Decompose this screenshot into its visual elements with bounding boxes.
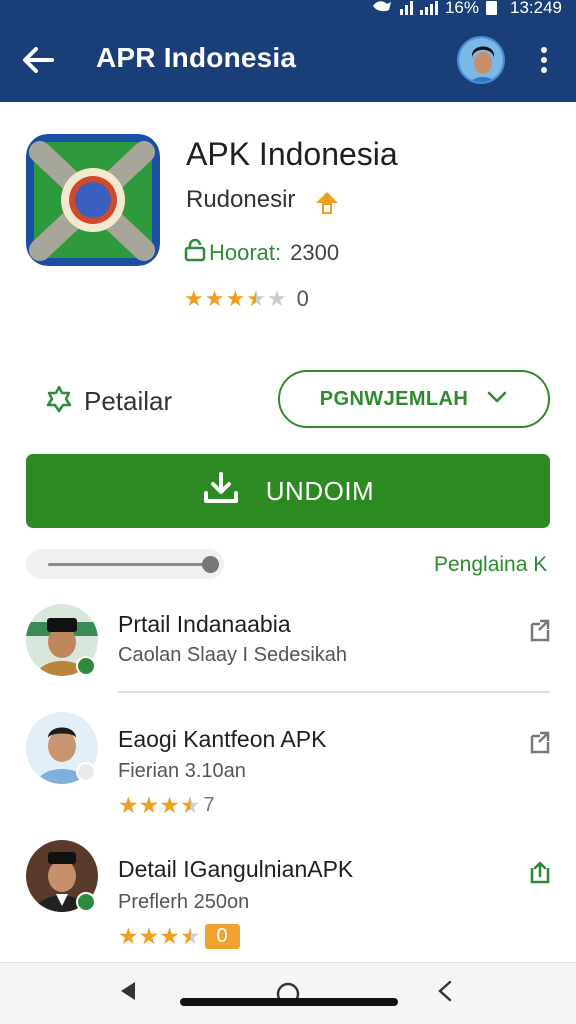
list-item-subtitle: Fierian 3.10an	[118, 760, 246, 782]
detail-label: Petailar	[84, 386, 173, 416]
rating-count: 0	[296, 286, 309, 311]
star-icon: ★	[138, 792, 160, 818]
item-rating: ★ ★ ★ ★ 7	[118, 794, 215, 817]
nav-recent-icon[interactable]	[436, 979, 454, 1008]
lock-icon	[184, 238, 206, 268]
battery-icon	[486, 1, 497, 15]
app-name: APK Indonesia	[186, 136, 398, 172]
profile-avatar[interactable]	[457, 36, 505, 84]
section-link[interactable]: Penglaina K	[434, 553, 547, 577]
badge-star-icon	[44, 384, 74, 419]
list-item[interactable]: Detail IGangulnianAPK Preflerh 250on ★ ★…	[0, 840, 576, 952]
external-link-icon[interactable]	[528, 730, 552, 756]
online-badge-icon	[76, 656, 96, 676]
install-label: Hoorat:	[209, 240, 282, 265]
offline-badge-icon	[76, 762, 96, 782]
app-bar-title: APR Indonesia	[96, 42, 297, 73]
list-item[interactable]: Eaogi Kantfeon APK Fierian 3.10an ★ ★ ★ …	[0, 712, 576, 822]
list-item-subtitle: Preflerh 250on	[118, 891, 250, 913]
star-rating: ★ ★ ★ ★ ★	[184, 288, 287, 310]
install-count: 2300	[290, 240, 340, 265]
app-logo-icon	[26, 134, 160, 266]
star-half-icon: ★	[246, 286, 266, 311]
nav-home-icon[interactable]	[275, 981, 301, 1012]
star-icon: ★	[159, 923, 180, 949]
progress-slider[interactable]	[26, 549, 224, 579]
battery-percent: 16%	[444, 0, 479, 17]
status-bar: 16% 13:249	[0, 0, 576, 22]
slider-track	[48, 563, 218, 566]
status-icons: 16% 13:249	[371, 0, 562, 18]
rating-count: 0	[204, 924, 240, 949]
slider-thumb[interactable]	[201, 556, 219, 573]
list-item-title: Prtail Indanaabia	[118, 611, 291, 637]
status-time: 13:249	[510, 0, 562, 17]
star-icon: ★	[225, 286, 246, 311]
screen: 16% 13:249 APR Indonesia APK Indonesia R…	[0, 0, 576, 1024]
chevron-down-icon	[486, 390, 508, 409]
install-info: Hoorat: 2300	[184, 238, 339, 268]
star-empty-icon: ★	[266, 286, 287, 311]
list-item-title: Detail IGangulnianAPK	[118, 856, 354, 882]
star-icon: ★	[138, 923, 160, 949]
download-icon	[202, 471, 240, 512]
share-icon[interactable]	[528, 860, 552, 886]
nav-back-icon[interactable]	[118, 979, 138, 1008]
download-label: UNDOIM	[265, 475, 375, 506]
wifi-signal-icon	[399, 1, 413, 15]
list-item-title: Eaogi Kantfeon APK	[118, 726, 327, 752]
gesture-handle[interactable]	[180, 998, 398, 1006]
system-nav-bar	[0, 962, 576, 1024]
star-icon: ★	[159, 792, 180, 818]
divider	[118, 691, 550, 693]
star-half-icon: ★	[179, 792, 201, 818]
download-button[interactable]: UNDOIM	[26, 454, 550, 528]
item-rating: ★ ★ ★ ★ 0	[118, 924, 240, 949]
developer-name[interactable]: Rudonesir	[186, 186, 295, 214]
upgrade-badge-icon[interactable]	[312, 188, 342, 218]
star-icon: ★	[118, 792, 139, 818]
notification-icon	[371, 0, 393, 18]
cell-signal-icon	[419, 1, 438, 15]
detail-link[interactable]: Petailar	[44, 384, 172, 419]
app-rating: ★ ★ ★ ★ ★ 0	[184, 286, 309, 312]
back-arrow-icon[interactable]	[18, 42, 60, 78]
list-item[interactable]: Prtail Indanaabia Caolan Slaay I Sedesik…	[0, 604, 576, 684]
star-half-icon: ★	[179, 923, 201, 949]
rating-count: 7	[203, 794, 215, 816]
star-icon: ★	[184, 286, 204, 311]
list-item-subtitle: Caolan Slaay I Sedesikah	[118, 644, 348, 666]
app-bar: APR Indonesia	[0, 22, 576, 102]
star-icon: ★	[204, 286, 225, 311]
quantity-dropdown[interactable]: PGNWJEMLAH	[278, 370, 550, 428]
more-vertical-icon[interactable]	[528, 42, 560, 78]
external-link-icon[interactable]	[528, 618, 552, 644]
dropdown-label: PGNWJEMLAH	[319, 387, 469, 410]
online-badge-icon	[76, 892, 96, 912]
star-icon: ★	[118, 923, 139, 949]
